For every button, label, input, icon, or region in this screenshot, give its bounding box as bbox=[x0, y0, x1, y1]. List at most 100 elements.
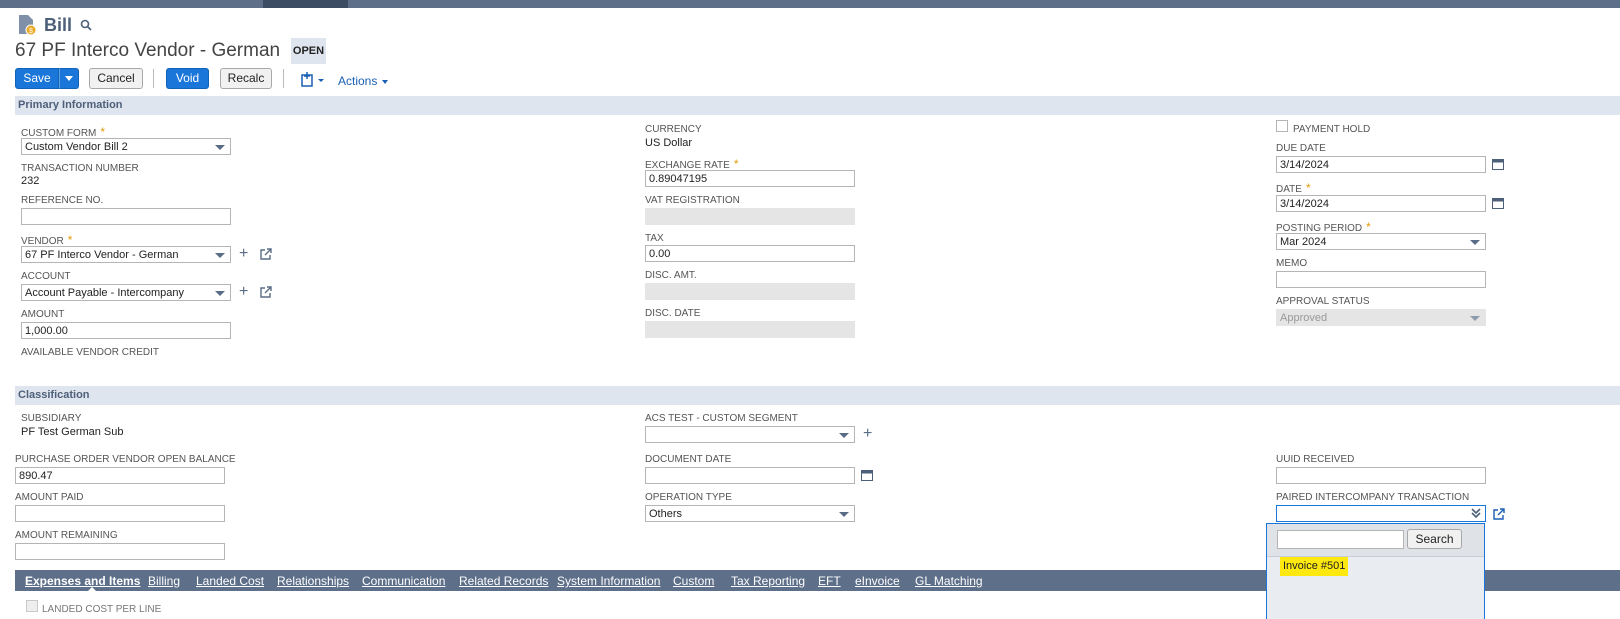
account-select[interactable]: Account Payable - Intercompany bbox=[21, 284, 231, 301]
uuid-received-input[interactable] bbox=[1276, 467, 1486, 484]
reference-no-label: REFERENCE NO. bbox=[21, 195, 104, 206]
bill-record-icon: $ bbox=[19, 15, 37, 36]
calendar-icon[interactable] bbox=[1492, 197, 1504, 209]
payment-hold-checkbox[interactable] bbox=[1276, 120, 1288, 132]
memo-input[interactable] bbox=[1276, 271, 1486, 288]
chevron-down-icon bbox=[839, 433, 849, 438]
document-date-input[interactable] bbox=[645, 467, 855, 484]
save-dropdown-button[interactable] bbox=[59, 68, 79, 89]
tab-gl-matching[interactable]: GL Matching bbox=[915, 574, 983, 588]
chevron-down-icon bbox=[215, 145, 225, 150]
paired-ic-select[interactable] bbox=[1276, 505, 1486, 522]
double-chevron-down-icon bbox=[1471, 508, 1481, 519]
amount-remaining-input[interactable] bbox=[15, 543, 225, 560]
recalc-button[interactable]: Recalc bbox=[220, 68, 272, 89]
amount-input[interactable]: 1,000.00 bbox=[21, 322, 231, 339]
chevron-down-icon bbox=[381, 79, 388, 84]
landed-cost-per-line-label: LANDED COST PER LINE bbox=[42, 604, 162, 615]
chevron-down-icon bbox=[65, 76, 73, 82]
po-open-balance-input[interactable]: 890.47 bbox=[15, 467, 225, 484]
print-email-icon[interactable] bbox=[301, 72, 327, 88]
calendar-icon[interactable] bbox=[1492, 158, 1504, 170]
save-button[interactable]: Save bbox=[15, 68, 59, 89]
available-vendor-credit-label: AVAILABLE VENDOR CREDIT bbox=[21, 347, 159, 358]
paired-ic-label: PAIRED INTERCOMPANY TRANSACTION bbox=[1276, 492, 1470, 503]
section-title: Primary Information bbox=[18, 99, 123, 111]
page-title: 67 PF Interco Vendor - German bbox=[15, 40, 281, 61]
subsidiary-value: PF Test German Sub bbox=[21, 426, 124, 438]
required-icon: * bbox=[1366, 220, 1371, 234]
add-segment-icon[interactable]: + bbox=[863, 426, 872, 442]
open-account-icon[interactable] bbox=[259, 285, 273, 299]
tax-input[interactable]: 0.00 bbox=[645, 245, 855, 262]
exchange-rate-input[interactable]: 0.89047195 bbox=[645, 170, 855, 187]
active-nav-tab[interactable] bbox=[263, 0, 348, 8]
amount-paid-input[interactable] bbox=[15, 505, 225, 522]
active-tab-indicator bbox=[87, 587, 97, 592]
tab-communication[interactable]: Communication bbox=[362, 574, 445, 588]
record-type-title: Bill bbox=[44, 15, 73, 35]
date-input[interactable]: 3/14/2024 bbox=[1276, 195, 1486, 212]
actions-label: Actions bbox=[338, 74, 378, 88]
po-open-balance-label: PURCHASE ORDER VENDOR OPEN BALANCE bbox=[15, 454, 236, 465]
custom-form-select[interactable]: Custom Vendor Bill 2 bbox=[21, 138, 231, 155]
tab-relationships[interactable]: Relationships bbox=[277, 574, 349, 588]
open-record-icon[interactable] bbox=[1492, 507, 1506, 521]
document-date-label: DOCUMENT DATE bbox=[645, 454, 732, 465]
chevron-down-icon bbox=[839, 512, 849, 517]
tab-tax-reporting[interactable]: Tax Reporting bbox=[731, 574, 805, 588]
disc-amt-input bbox=[645, 283, 855, 300]
vendor-select[interactable]: 67 PF Interco Vendor - German bbox=[21, 246, 231, 263]
approval-status-select: Approved bbox=[1276, 309, 1486, 326]
reference-no-input[interactable] bbox=[21, 208, 231, 225]
amount-label: AMOUNT bbox=[21, 309, 65, 320]
add-vendor-icon[interactable]: + bbox=[239, 246, 248, 262]
tab-einvoice[interactable]: eInvoice bbox=[855, 574, 900, 588]
tab-billing[interactable]: Billing bbox=[148, 574, 180, 588]
date-label: DATE * bbox=[1276, 181, 1311, 195]
dropdown-option-invoice[interactable]: Invoice #501 bbox=[1280, 557, 1349, 576]
landed-cost-per-line-checkbox bbox=[26, 600, 38, 612]
svg-text:$: $ bbox=[29, 28, 33, 35]
search-icon[interactable] bbox=[80, 19, 92, 31]
calendar-icon[interactable] bbox=[861, 469, 873, 481]
required-icon: * bbox=[733, 157, 739, 171]
classification-header[interactable]: Classification bbox=[15, 386, 1620, 405]
popup-search-button[interactable]: Search bbox=[1407, 529, 1462, 549]
due-date-input[interactable]: 3/14/2024 bbox=[1276, 156, 1486, 173]
open-vendor-icon[interactable] bbox=[259, 247, 273, 261]
acs-segment-label: ACS TEST - CUSTOM SEGMENT bbox=[645, 413, 798, 424]
tax-label: TAX bbox=[645, 233, 664, 244]
actions-menu[interactable]: Actions bbox=[338, 74, 388, 88]
custom-form-label: CUSTOM FORM * bbox=[21, 125, 106, 139]
posting-period-select[interactable]: Mar 2024 bbox=[1276, 233, 1486, 250]
section-title: Classification bbox=[18, 389, 90, 401]
tab-custom[interactable]: Custom bbox=[673, 574, 714, 588]
tab-related-records[interactable]: Related Records bbox=[459, 574, 548, 588]
posting-period-label: POSTING PERIOD * bbox=[1276, 220, 1371, 234]
transaction-number-label: TRANSACTION NUMBER bbox=[21, 163, 139, 174]
status-badge: OPEN bbox=[291, 38, 326, 64]
acs-segment-select[interactable] bbox=[645, 426, 855, 443]
cancel-button[interactable]: Cancel bbox=[89, 68, 143, 89]
tab-eft[interactable]: EFT bbox=[818, 574, 841, 588]
toolbar-divider bbox=[153, 69, 154, 88]
chevron-down-icon bbox=[1470, 316, 1480, 321]
void-button[interactable]: Void bbox=[166, 68, 209, 89]
subsidiary-label: SUBSIDIARY bbox=[21, 413, 82, 424]
vat-registration-label: VAT REGISTRATION bbox=[645, 195, 740, 206]
tab-expenses-and-items[interactable]: Expenses and Items bbox=[25, 574, 140, 588]
tab-system-information[interactable]: System Information bbox=[557, 574, 660, 588]
operation-type-select[interactable]: Others bbox=[645, 505, 855, 522]
chevron-down-icon bbox=[215, 291, 225, 296]
add-account-icon[interactable]: + bbox=[239, 284, 248, 300]
currency-value: US Dollar bbox=[645, 137, 693, 149]
disc-date-input bbox=[645, 321, 855, 338]
currency-label: CURRENCY bbox=[645, 124, 702, 135]
disc-amt-label: DISC. AMT. bbox=[645, 270, 697, 281]
vat-registration-input bbox=[645, 208, 855, 225]
popup-search-input[interactable] bbox=[1277, 530, 1404, 549]
tab-landed-cost[interactable]: Landed Cost bbox=[196, 574, 264, 588]
required-icon: * bbox=[100, 125, 106, 139]
primary-information-header[interactable]: Primary Information bbox=[15, 96, 1620, 115]
